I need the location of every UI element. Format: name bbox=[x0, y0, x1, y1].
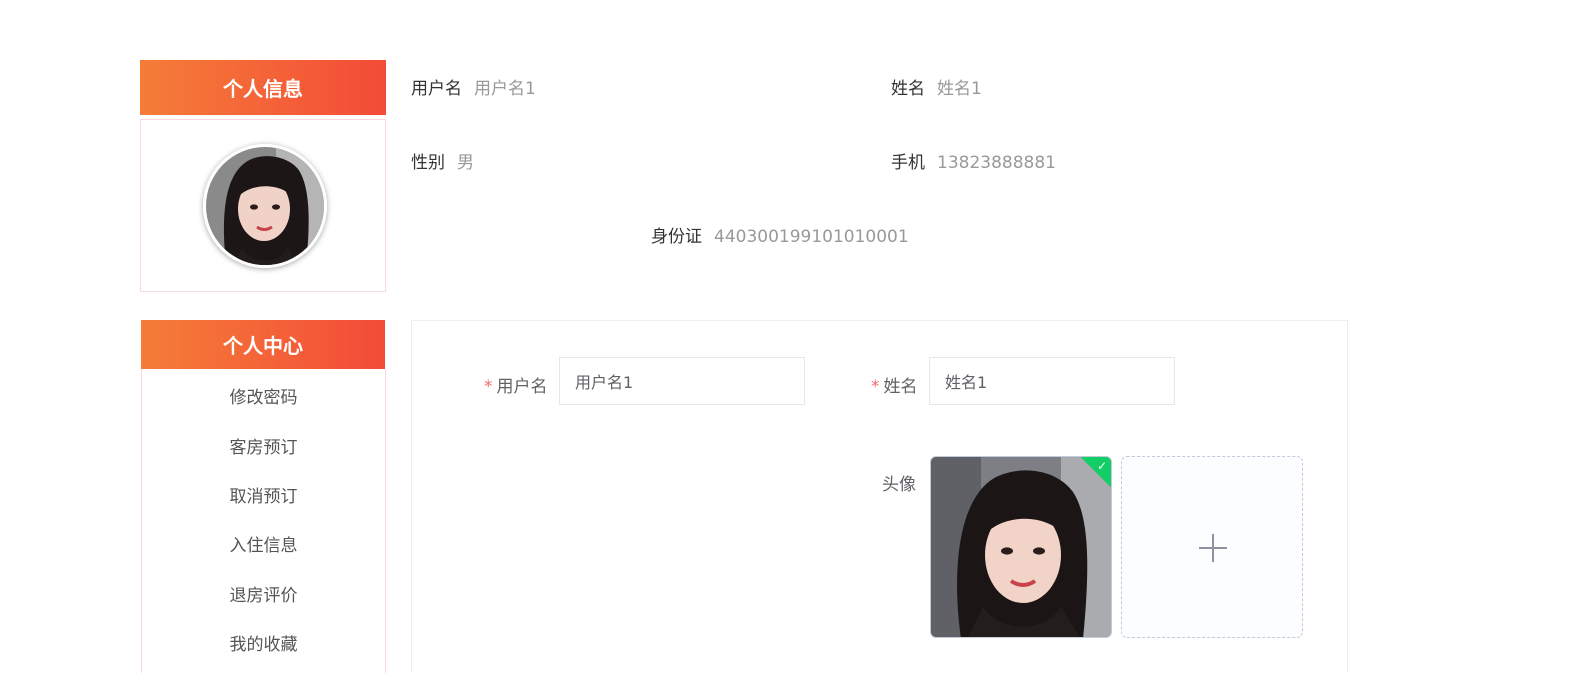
sidebar-item-room-booking[interactable]: 客房预订 bbox=[142, 433, 385, 458]
sidebar-item-change-password[interactable]: 修改密码 bbox=[142, 383, 385, 408]
info-name: 姓名 姓名1 bbox=[891, 74, 982, 99]
profile-header-title: 个人信息 bbox=[223, 77, 303, 101]
sidebar-item-favorites[interactable]: 我的收藏 bbox=[142, 630, 385, 655]
avatar bbox=[203, 144, 327, 268]
uploaded-avatar-thumbnail[interactable]: ✓ bbox=[930, 456, 1112, 638]
sidebar-menu: 修改密码 客房预订 取消预订 入住信息 退房评价 我的收藏 bbox=[141, 369, 386, 673]
sidebar-header: 个人中心 bbox=[141, 320, 385, 369]
profile-form: *用户名 *姓名 头像 ✓ bbox=[411, 320, 1348, 673]
info-username: 用户名 用户名1 bbox=[411, 74, 536, 99]
form-username-label: * 用户名 bbox=[484, 372, 548, 397]
profile-header: 个人信息 bbox=[140, 60, 386, 115]
sidebar-item-checkout-review[interactable]: 退房评价 bbox=[142, 581, 385, 606]
info-username-value: 用户名1 bbox=[474, 79, 536, 99]
profile-avatar-box bbox=[140, 119, 386, 292]
info-name-label: 姓名 bbox=[891, 79, 925, 99]
form-username-label-text: 用户名 bbox=[496, 377, 548, 397]
form-avatar-label: 头像 bbox=[882, 475, 916, 495]
sidebar-item-cancel-booking[interactable]: 取消预订 bbox=[142, 482, 385, 507]
username-input[interactable] bbox=[559, 357, 805, 405]
required-mark: * bbox=[871, 377, 880, 397]
info-id-card-label: 身份证 bbox=[651, 227, 702, 247]
avatar-upload-button[interactable] bbox=[1121, 456, 1303, 638]
info-phone: 手机 13823888881 bbox=[891, 148, 1056, 173]
plus-icon-vertical bbox=[1212, 534, 1214, 562]
sidebar-header-title: 个人中心 bbox=[223, 334, 303, 358]
info-gender-value: 男 bbox=[457, 153, 474, 173]
info-id-card: 身份证 440300199101010001 bbox=[651, 222, 909, 247]
info-username-label: 用户名 bbox=[411, 79, 462, 99]
avatar-photo bbox=[931, 457, 1111, 637]
page: 个人信息 用户名用户名1 姓名姓名1 性别男 手机13823888881 bbox=[0, 0, 1579, 673]
info-name-value: 姓名1 bbox=[937, 79, 982, 99]
name-input[interactable] bbox=[929, 357, 1175, 405]
check-icon: ✓ bbox=[1096, 459, 1107, 473]
info-gender: 性别男 bbox=[411, 148, 474, 173]
info-id-card-value: 440300199101010001 bbox=[714, 227, 909, 247]
form-name-label: * 姓名 bbox=[871, 372, 918, 397]
sidebar-item-checkin-info[interactable]: 入住信息 bbox=[142, 531, 385, 556]
info-phone-label: 手机 bbox=[891, 153, 925, 173]
info-phone-value: 13823888881 bbox=[937, 153, 1056, 173]
info-gender-label: 性别 bbox=[411, 153, 445, 173]
form-name-label-text: 姓名 bbox=[883, 377, 918, 397]
required-mark: * bbox=[484, 377, 493, 397]
